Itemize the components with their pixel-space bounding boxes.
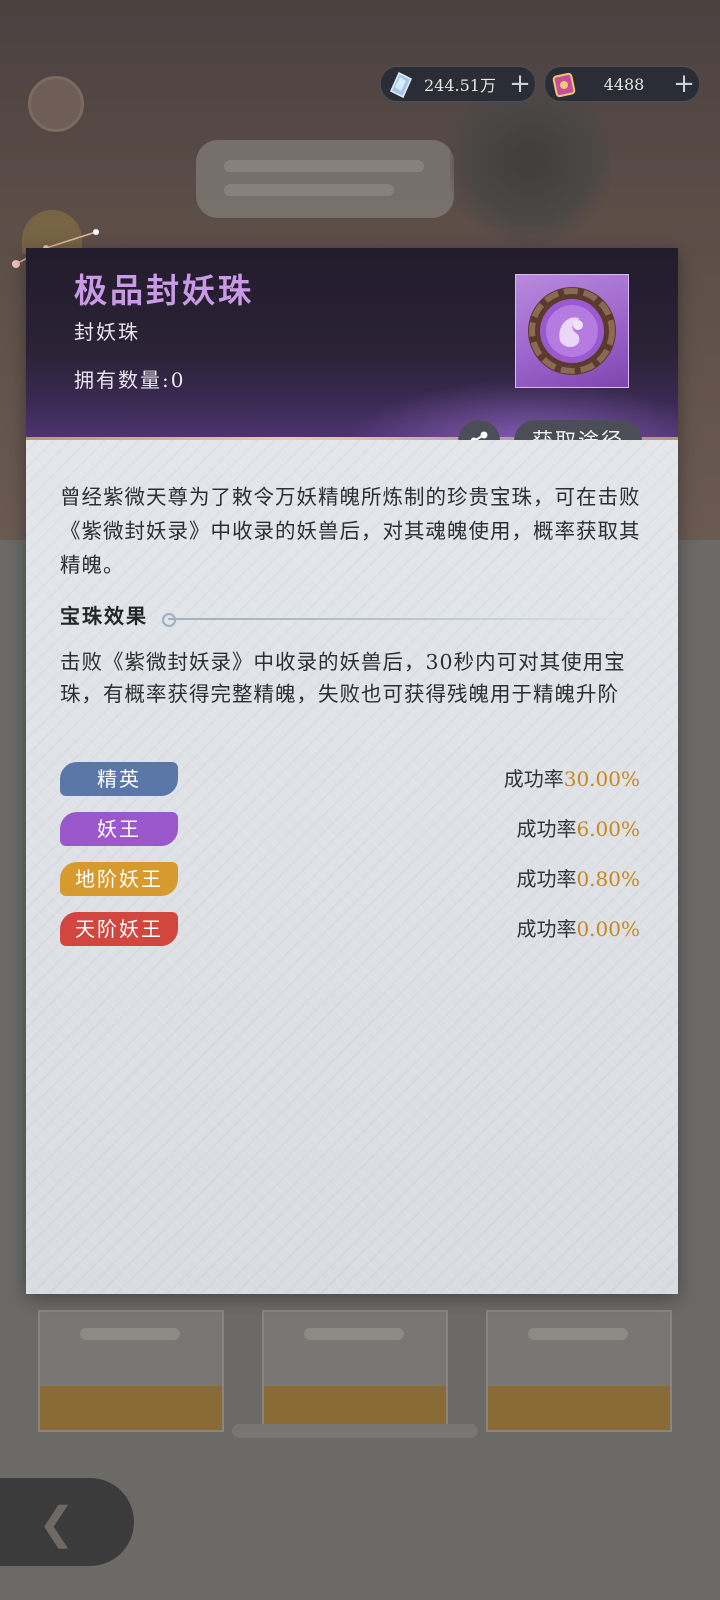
owned-count: 拥有数量:0: [74, 368, 186, 392]
item-detail-dialog: 极品封妖珠 封妖珠 拥有数量:0 获取途径 曾经紫微天尊为了敕令万妖精魄所炼制的…: [26, 248, 678, 1294]
effect-title: 宝珠效果: [60, 604, 148, 628]
success-rate: 成功率0.80%: [516, 867, 640, 891]
rate-row-elite: 精英 成功率30.00%: [60, 762, 640, 796]
background-card: [38, 1310, 224, 1432]
background-logo: [28, 64, 238, 144]
background-card: [486, 1310, 672, 1432]
add-spirit-crystal-button[interactable]: +: [505, 69, 535, 99]
background-card: [262, 1310, 448, 1432]
success-rate: 成功率30.00%: [503, 767, 640, 791]
tier-tag: 妖王: [60, 812, 178, 846]
success-rate: 成功率0.00%: [516, 917, 640, 941]
background-speech-bubble: [196, 140, 454, 218]
item-icon-frame: [515, 274, 629, 388]
item-type: 封妖珠: [74, 320, 140, 344]
item-name: 极品封妖珠: [74, 271, 254, 310]
rate-row-heaven-demon-king: 天阶妖王 成功率0.00%: [60, 912, 640, 946]
background-character: [450, 100, 610, 250]
add-jade-ticket-button[interactable]: +: [669, 69, 699, 99]
background-caption: [232, 1424, 478, 1438]
demon-sealing-orb-icon: [528, 287, 616, 375]
jade-ticket-icon: [549, 69, 579, 99]
success-rate: 成功率6.00%: [516, 817, 640, 841]
effect-description: 击败《紫微封妖录》中收录的妖兽后，30秒内可对其使用宝珠，有概率获得完整精魄，失…: [60, 650, 626, 706]
currency-spirit-crystal: 244.51万 +: [380, 66, 536, 102]
rate-row-earth-demon-king: 地阶妖王 成功率0.80%: [60, 862, 640, 896]
item-body: 曾经紫微天尊为了敕令万妖精魄所炼制的珍贵宝珠，可在击败《紫微封妖录》中收录的妖兽…: [26, 440, 678, 1294]
back-button[interactable]: ❮: [0, 1478, 134, 1566]
back-arrow-icon: ❮: [38, 1498, 75, 1549]
tier-tag: 天阶妖王: [60, 912, 178, 946]
item-description: 曾经紫微天尊为了敕令万妖精魄所炼制的珍贵宝珠，可在击败《紫微封妖录》中收录的妖兽…: [60, 485, 641, 577]
spirit-crystal-amount: 244.51万: [424, 76, 496, 95]
currency-jade-ticket: 4488 +: [544, 66, 700, 102]
jade-ticket-amount: 4488: [603, 74, 645, 94]
item-header: 极品封妖珠 封妖珠 拥有数量:0: [26, 248, 678, 440]
spirit-crystal-icon: [385, 69, 415, 99]
tier-tag: 精英: [60, 762, 178, 796]
rate-row-demon-king: 妖王 成功率6.00%: [60, 812, 640, 846]
tier-tag: 地阶妖王: [60, 862, 178, 896]
effect-divider: [162, 613, 638, 627]
